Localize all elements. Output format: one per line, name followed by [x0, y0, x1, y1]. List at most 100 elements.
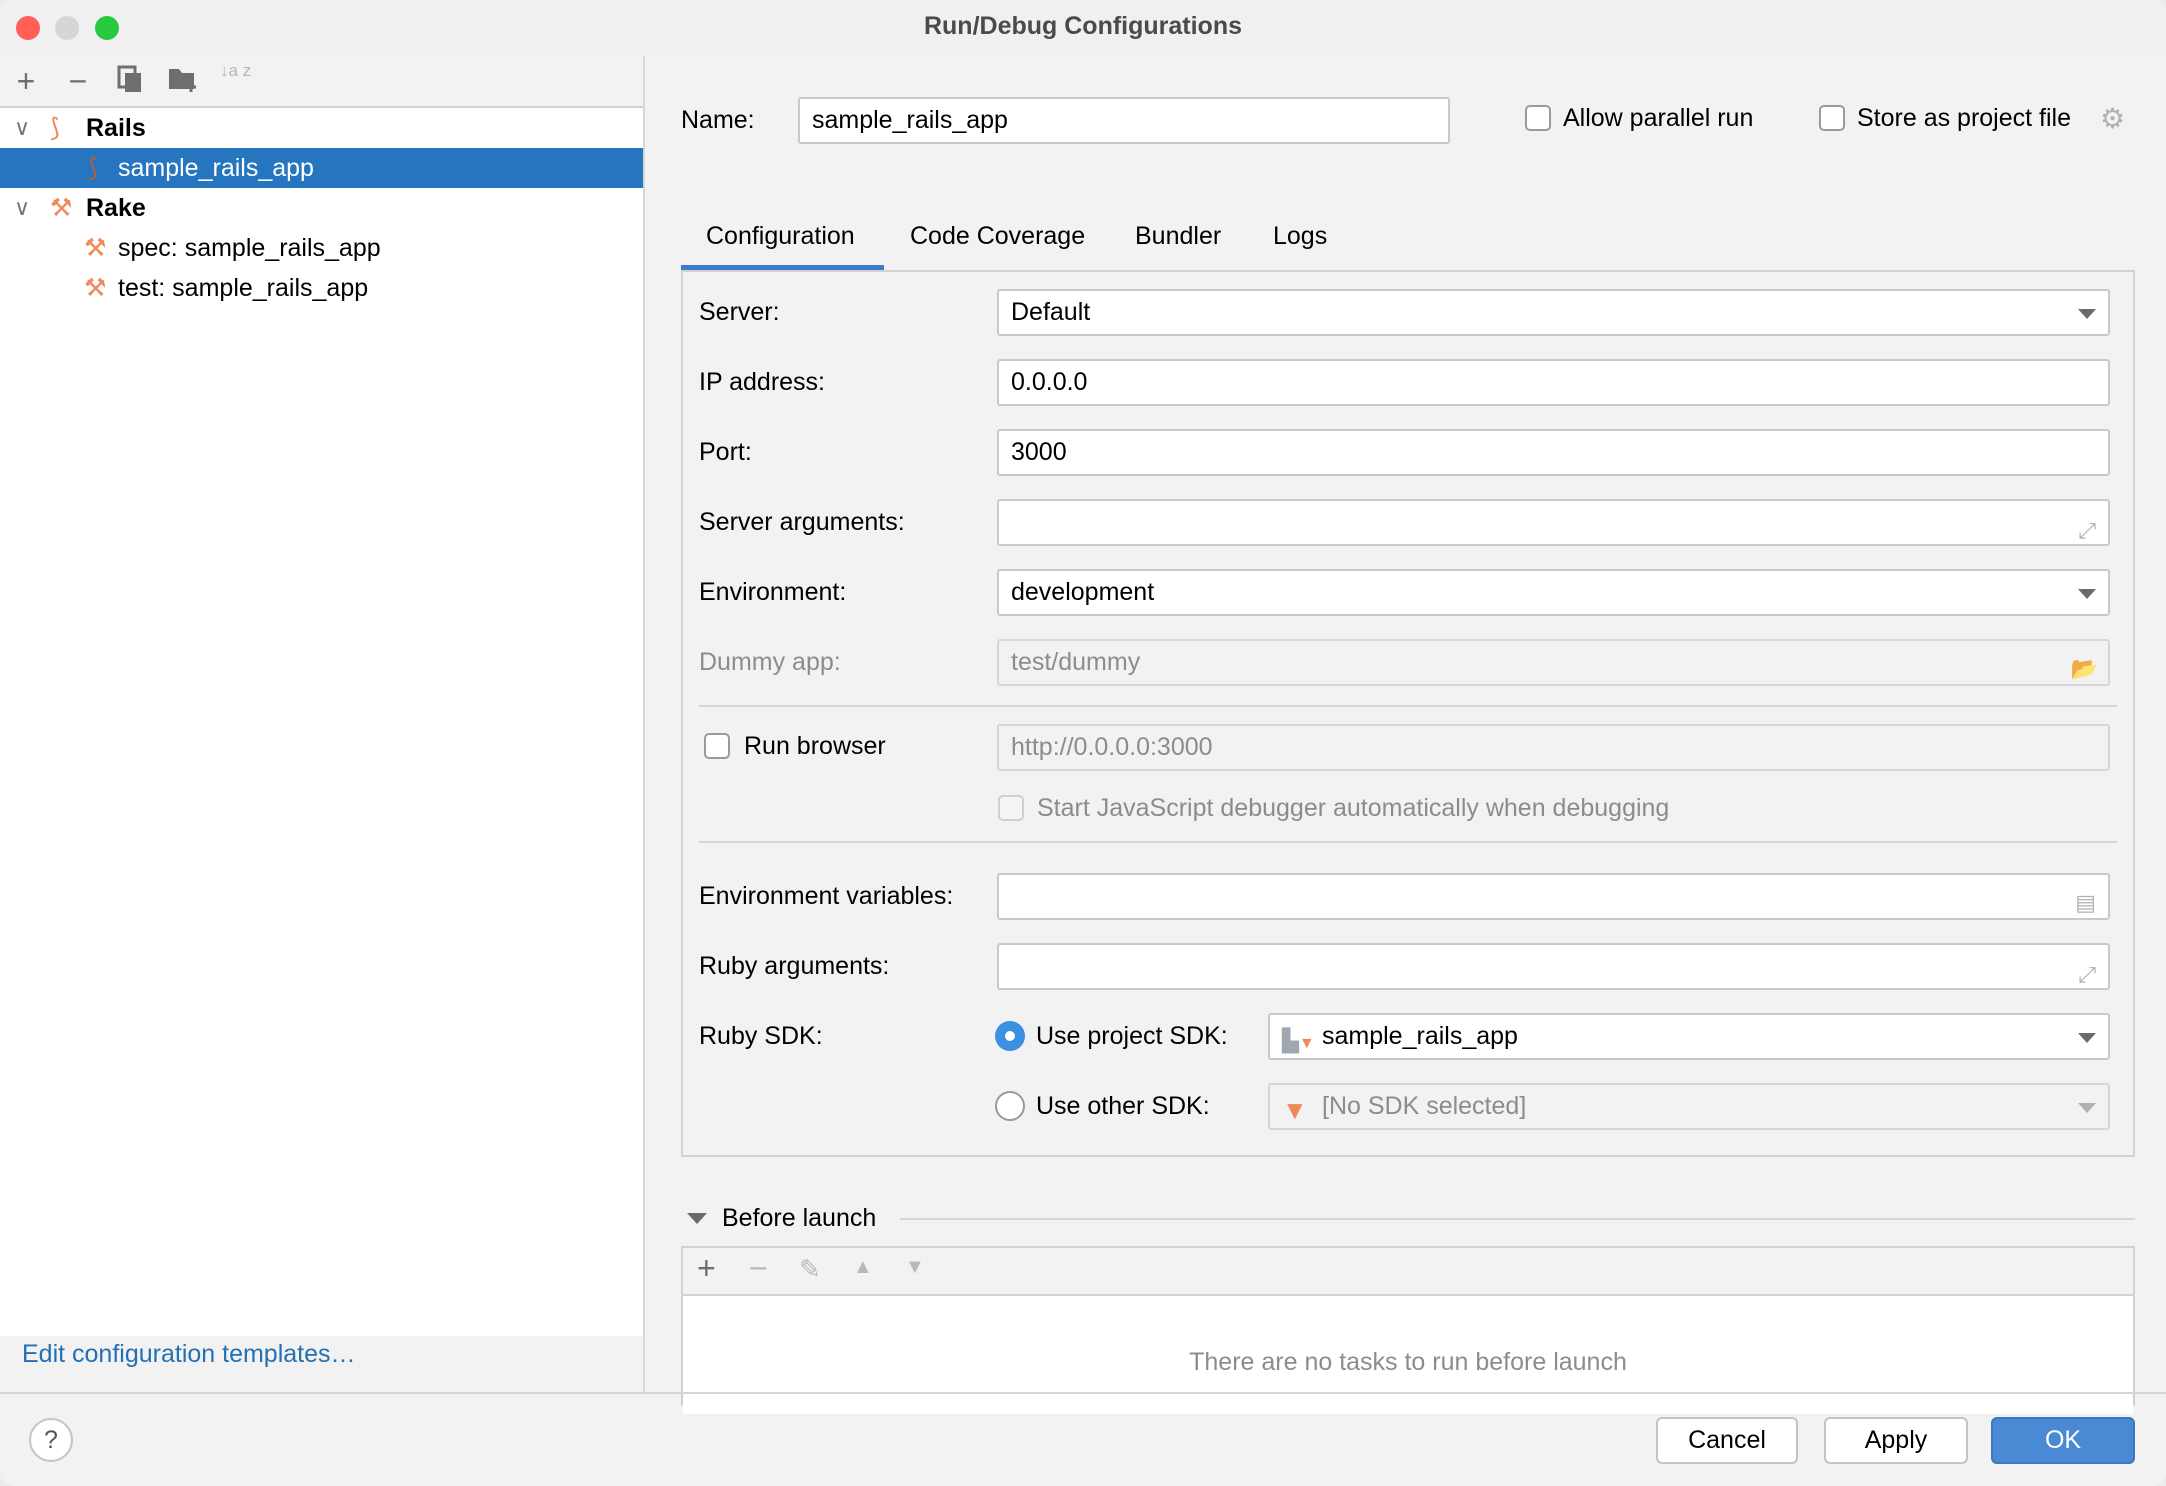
run-debug-dialog: Run/Debug Configurations + − ↓a z ∨ ⟆ Ra… [0, 0, 2166, 1486]
rake-icon: ⚒ [84, 228, 106, 268]
ruby-sdk-label: Ruby SDK: [699, 1022, 823, 1051]
tree-group-rake[interactable]: ∨ ⚒ Rake [0, 188, 643, 228]
environment-value: development [1011, 578, 1154, 606]
rake-icon: ⚒ [50, 188, 72, 228]
name-label: Name: [681, 106, 755, 135]
js-debugger-label: Start JavaScript debugger automatically … [1037, 794, 1669, 823]
server-dropdown[interactable]: Default [997, 289, 2110, 336]
copy-icon[interactable] [113, 64, 147, 98]
allow-parallel-checkbox[interactable] [1525, 105, 1551, 131]
sort-icon[interactable]: ↓a z [218, 62, 258, 102]
dropdown-arrow-icon [2078, 1103, 2096, 1113]
before-launch-panel: There are no tasks to run before launch … [681, 1246, 2135, 1406]
tree-label: Rails [86, 108, 146, 148]
divider [699, 841, 2117, 843]
use-other-sdk-label: Use other SDK: [1036, 1092, 1210, 1121]
tree-group-rails[interactable]: ∨ ⟆ Rails [0, 108, 643, 148]
port-input[interactable]: 3000 [997, 429, 2110, 476]
store-project-label: Store as project file [1857, 104, 2071, 133]
project-sdk-value: sample_rails_app [1322, 1022, 1518, 1050]
rails-icon: ⟆ [88, 148, 98, 188]
server-value: Default [1011, 298, 1090, 326]
divider [699, 705, 2117, 707]
rails-icon: ⟆ [50, 108, 60, 148]
tab-bundler[interactable]: Bundler [1135, 222, 1221, 251]
other-sdk-value: [No SDK selected] [1322, 1092, 1526, 1120]
title-bar: Run/Debug Configurations [0, 0, 2166, 56]
environment-label: Environment: [699, 578, 846, 607]
tree-item-test[interactable]: ⚒ test: sample_rails_app [0, 268, 643, 308]
cancel-button[interactable]: Cancel [1656, 1417, 1798, 1464]
edit-templates-link[interactable]: Edit configuration templates… [22, 1340, 356, 1369]
js-debugger-checkbox [998, 795, 1024, 821]
server-args-label: Server arguments: [699, 508, 905, 537]
sidebar: + − ↓a z ∨ ⟆ Rails ⟆ sample_rails_app ∨ … [0, 56, 645, 1392]
ok-button[interactable]: OK [1991, 1417, 2135, 1464]
environment-dropdown[interactable]: development [997, 569, 2110, 616]
tab-configuration[interactable]: Configuration [706, 222, 855, 251]
window-title: Run/Debug Configurations [0, 12, 2166, 41]
tree-label: test: sample_rails_app [118, 268, 368, 308]
collapse-triangle-icon[interactable] [687, 1213, 707, 1224]
run-browser-checkbox[interactable] [704, 733, 730, 759]
env-vars-input[interactable]: ▤ [997, 873, 2110, 920]
chevron-down-icon[interactable]: ∨ [14, 108, 30, 148]
apply-button[interactable]: Apply [1824, 1417, 1968, 1464]
move-up-icon: ▲ [853, 1256, 873, 1279]
tree-label: Rake [86, 188, 146, 228]
ip-label: IP address: [699, 368, 825, 397]
dummy-app-label: Dummy app: [699, 648, 841, 677]
ruby-args-input[interactable]: ⤢ [997, 943, 2110, 990]
name-input[interactable]: sample_rails_app [798, 97, 1450, 144]
expand-icon[interactable]: ⤢ [2078, 953, 2096, 996]
empty-tasks-text: There are no tasks to run before launch [683, 1348, 2133, 1377]
allow-parallel-label: Allow parallel run [1563, 104, 1753, 133]
folder-icon[interactable]: 📂 [2071, 647, 2098, 690]
add-icon[interactable]: + [9, 64, 43, 98]
dropdown-arrow-icon [2078, 1033, 2096, 1043]
gear-icon[interactable]: ⚙ [2100, 102, 2125, 135]
store-project-checkbox[interactable] [1819, 105, 1845, 131]
use-project-sdk-radio[interactable] [995, 1021, 1025, 1051]
dropdown-arrow-icon [2078, 309, 2096, 319]
chevron-down-icon[interactable]: ∨ [14, 188, 30, 228]
expand-icon[interactable]: ⤢ [2078, 509, 2096, 552]
tasks-list: There are no tasks to run before launch [683, 1294, 2133, 1414]
env-vars-label: Environment variables: [699, 882, 953, 911]
other-sdk-dropdown: ▼ [No SDK selected] [1268, 1083, 2110, 1130]
tree-item-sample-rails-app[interactable]: ⟆ sample_rails_app [0, 148, 643, 188]
project-sdk-dropdown[interactable]: ▙▼sample_rails_app [1268, 1013, 2110, 1060]
before-launch-title: Before launch [722, 1204, 876, 1233]
divider [900, 1218, 2135, 1220]
use-project-sdk-label: Use project SDK: [1036, 1022, 1228, 1051]
ruby-icon: ▼ [1282, 1089, 1308, 1132]
server-args-input[interactable]: ⤢ [997, 499, 2110, 546]
browser-url-input: http://0.0.0.0:3000 [997, 724, 2110, 771]
remove-icon[interactable]: − [61, 64, 95, 98]
add-task-icon[interactable]: + [697, 1250, 716, 1287]
tab-logs[interactable]: Logs [1273, 222, 1327, 251]
edit-task-icon: ✎ [799, 1254, 821, 1285]
config-tree: ∨ ⟆ Rails ⟆ sample_rails_app ∨ ⚒ Rake ⚒ … [0, 106, 643, 1336]
tab-code-coverage[interactable]: Code Coverage [910, 222, 1085, 251]
run-browser-label: Run browser [744, 732, 886, 761]
use-other-sdk-radio[interactable] [995, 1091, 1025, 1121]
new-folder-icon[interactable] [166, 64, 200, 98]
tree-label: sample_rails_app [118, 148, 314, 188]
move-down-icon: ▼ [905, 1256, 925, 1279]
port-label: Port: [699, 438, 752, 467]
remove-task-icon: − [749, 1250, 768, 1287]
list-icon[interactable]: ▤ [2075, 881, 2096, 924]
dropdown-arrow-icon [2078, 589, 2096, 599]
folder-ruby-icon: ▙▼ [1282, 1019, 1315, 1065]
tree-item-spec[interactable]: ⚒ spec: sample_rails_app [0, 228, 643, 268]
dummy-app-input: test/dummy📂 [997, 639, 2110, 686]
dummy-app-value: test/dummy [1011, 648, 1140, 676]
footer-divider [0, 1392, 2166, 1394]
ip-input[interactable]: 0.0.0.0 [997, 359, 2110, 406]
server-label: Server: [699, 298, 780, 327]
ruby-args-label: Ruby arguments: [699, 952, 889, 981]
help-button[interactable]: ? [29, 1418, 73, 1462]
rake-icon: ⚒ [84, 268, 106, 308]
tree-label: spec: sample_rails_app [118, 228, 381, 268]
